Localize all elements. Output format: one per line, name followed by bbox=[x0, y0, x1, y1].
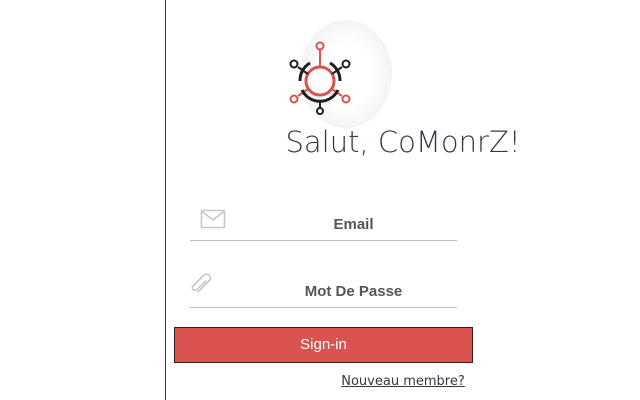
envelope-icon bbox=[200, 209, 226, 229]
page-title: Salut, CoMonrZ! bbox=[285, 125, 521, 159]
email-input[interactable] bbox=[250, 214, 457, 234]
new-member-link[interactable]: Nouveau membre? bbox=[341, 374, 464, 389]
login-page: Salut, CoMonrZ! Sign-in Nouveau membre? bbox=[0, 0, 640, 400]
register-link-container: Nouveau membre? bbox=[166, 374, 640, 389]
paperclip-icon bbox=[191, 273, 212, 293]
password-input[interactable] bbox=[250, 281, 457, 301]
email-field bbox=[190, 206, 457, 241]
password-field bbox=[190, 273, 457, 308]
network-hub-icon bbox=[289, 41, 351, 115]
vertical-divider bbox=[165, 0, 166, 400]
sign-in-button[interactable]: Sign-in bbox=[174, 327, 473, 363]
